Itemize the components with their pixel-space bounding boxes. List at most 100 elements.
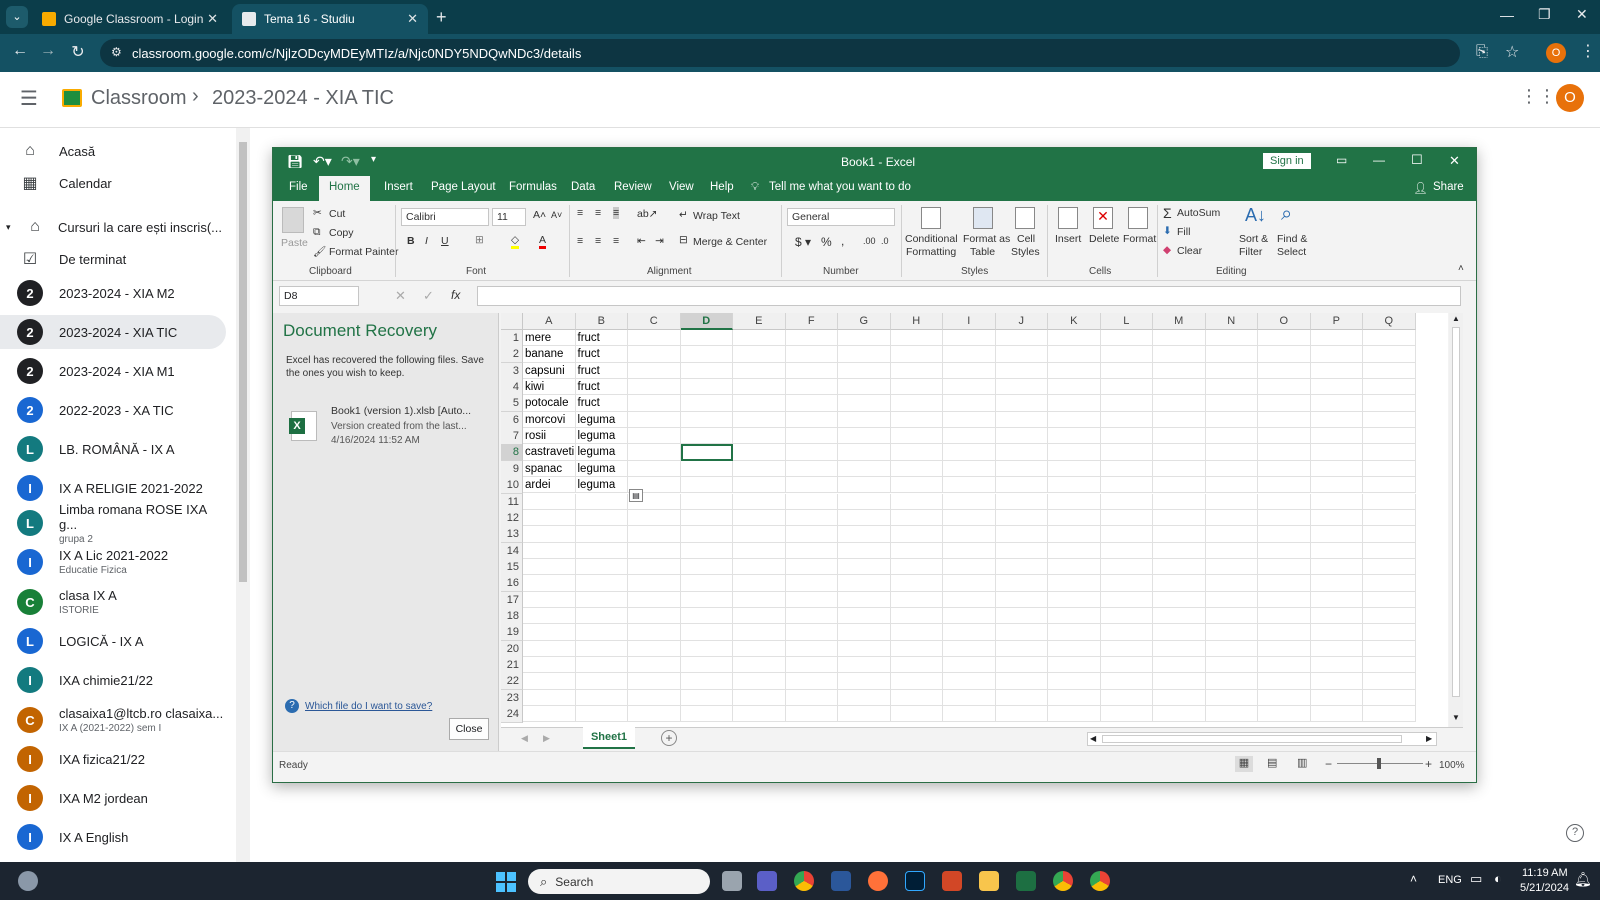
column-header[interactable]: O (1258, 313, 1311, 330)
wrap-text-button[interactable]: Wrap Text (693, 210, 740, 222)
cell[interactable] (575, 640, 628, 657)
select-all-corner[interactable] (501, 313, 523, 330)
cell[interactable] (628, 624, 681, 641)
cell[interactable] (680, 575, 733, 592)
cell[interactable] (838, 591, 891, 608)
save-icon[interactable]: 💾︎ (287, 154, 304, 170)
cell[interactable] (575, 706, 628, 723)
cell[interactable] (523, 640, 576, 657)
cell[interactable] (1048, 575, 1101, 592)
underline-icon[interactable]: U (441, 235, 449, 247)
minimize-window-icon[interactable]: — (1500, 7, 1514, 23)
cell[interactable] (733, 591, 786, 608)
cell[interactable] (575, 542, 628, 559)
cell[interactable] (1205, 444, 1258, 461)
cell[interactable] (733, 558, 786, 576)
cell[interactable] (1205, 493, 1258, 510)
row-header[interactable]: 17 (501, 591, 523, 609)
cell[interactable] (1258, 575, 1311, 592)
cell[interactable] (838, 477, 891, 494)
cell[interactable] (733, 444, 786, 461)
tab-file[interactable]: File (289, 181, 308, 193)
tell-me-input[interactable]: Tell me what you want to do (769, 181, 911, 193)
cell[interactable] (733, 411, 786, 429)
font-size-combo[interactable]: 11 (492, 208, 526, 226)
notifications-icon[interactable]: 🔔︎ (1574, 871, 1592, 888)
cell[interactable] (890, 509, 943, 527)
cell[interactable] (575, 624, 628, 641)
cell[interactable] (1363, 411, 1416, 429)
cell[interactable] (1363, 428, 1416, 445)
cell[interactable] (628, 673, 681, 690)
cancel-formula-icon[interactable]: ✕ (395, 288, 406, 304)
cell[interactable] (1310, 657, 1363, 674)
cell[interactable] (1100, 624, 1153, 641)
back-icon[interactable]: ← (8, 42, 32, 60)
cell[interactable] (680, 346, 733, 363)
cell[interactable] (1153, 624, 1206, 641)
cell[interactable] (1100, 706, 1153, 723)
install-app-icon[interactable]: ⎘ (1476, 43, 1488, 60)
cell[interactable] (1153, 444, 1206, 461)
column-header[interactable]: L (1100, 313, 1153, 330)
close-recovery-button[interactable]: Close (449, 718, 489, 740)
cell[interactable] (995, 477, 1048, 494)
cell[interactable] (995, 411, 1048, 429)
cell[interactable] (1363, 477, 1416, 494)
cell[interactable] (1310, 379, 1363, 396)
word-icon[interactable] (831, 871, 851, 891)
cell[interactable] (1205, 509, 1258, 527)
cell[interactable] (1310, 346, 1363, 363)
italic-icon[interactable]: I (425, 235, 428, 247)
cell[interactable]: potocale (523, 395, 576, 412)
cell[interactable] (575, 526, 628, 543)
row-header[interactable]: 10 (501, 477, 523, 495)
sidebar-item[interactable]: I IXA M2 jordean (0, 781, 226, 815)
cell[interactable] (1100, 542, 1153, 559)
cell[interactable] (575, 657, 628, 674)
decrease-indent-icon[interactable]: ⇤ (637, 235, 646, 247)
cell[interactable] (680, 689, 733, 707)
column-header[interactable]: G (838, 313, 891, 330)
cell[interactable] (995, 558, 1048, 576)
cell[interactable] (733, 395, 786, 412)
cell[interactable]: leguma (575, 477, 628, 494)
sidebar-item[interactable]: ▾ ⌂ Cursuri la care ești inscris(... (0, 210, 226, 244)
cell[interactable]: castraveti (523, 444, 576, 461)
tab-view[interactable]: View (669, 181, 694, 193)
cell[interactable] (890, 542, 943, 559)
cell[interactable] (838, 379, 891, 396)
cell[interactable] (838, 640, 891, 657)
close-icon[interactable]: ✕ (1449, 153, 1460, 169)
recovered-file-item[interactable]: X Book1 (version 1).xlsb [Auto... Versio… (289, 405, 489, 457)
cell[interactable] (1363, 346, 1416, 363)
cell[interactable] (890, 640, 943, 657)
cell[interactable] (1100, 444, 1153, 461)
cell[interactable] (995, 607, 1048, 625)
column-header[interactable]: J (995, 313, 1048, 330)
cell[interactable] (1363, 689, 1416, 707)
cell[interactable] (1258, 591, 1311, 608)
delete-cells-button[interactable]: Delete (1089, 233, 1119, 245)
cell[interactable] (680, 330, 733, 347)
decrease-decimal-icon[interactable]: .0 (881, 236, 889, 246)
cell[interactable] (628, 395, 681, 412)
cell[interactable] (785, 493, 838, 510)
site-info-icon[interactable]: ⚙ (111, 45, 122, 59)
cell[interactable] (1310, 362, 1363, 380)
cell[interactable] (838, 706, 891, 723)
cell[interactable] (1363, 444, 1416, 461)
sidebar-item[interactable]: L LB. ROMÂNĂ - IX A (0, 432, 226, 466)
cell[interactable] (785, 526, 838, 543)
cell[interactable] (1258, 493, 1311, 510)
cell[interactable] (680, 591, 733, 608)
cell[interactable] (890, 657, 943, 674)
cell[interactable] (1310, 558, 1363, 576)
close-tab-icon[interactable]: ✕ (407, 11, 418, 27)
cell[interactable] (785, 477, 838, 494)
cell[interactable] (628, 575, 681, 592)
cell[interactable] (575, 689, 628, 707)
align-right-icon[interactable]: ≡ (613, 235, 619, 247)
column-header[interactable]: B (575, 313, 628, 330)
cell[interactable] (523, 509, 576, 527)
